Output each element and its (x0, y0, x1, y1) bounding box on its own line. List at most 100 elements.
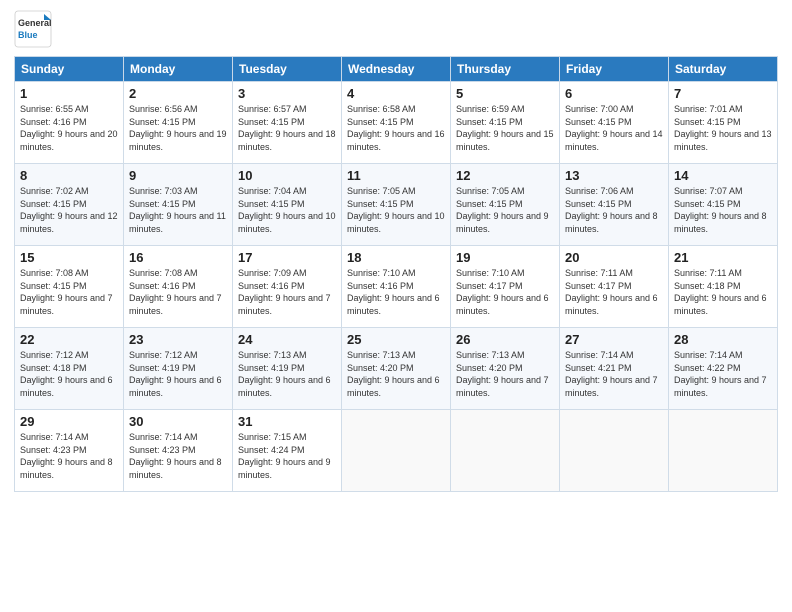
day-number: 11 (347, 168, 445, 183)
day-number: 30 (129, 414, 227, 429)
day-number: 18 (347, 250, 445, 265)
day-info: Sunrise: 7:01 AMSunset: 4:15 PMDaylight:… (674, 103, 772, 153)
day-number: 4 (347, 86, 445, 101)
day-info: Sunrise: 7:14 AMSunset: 4:21 PMDaylight:… (565, 349, 663, 399)
day-info: Sunrise: 7:12 AMSunset: 4:19 PMDaylight:… (129, 349, 227, 399)
calendar-cell: 10 Sunrise: 7:04 AMSunset: 4:15 PMDayligh… (233, 164, 342, 246)
calendar-cell: 1 Sunrise: 6:55 AMSunset: 4:16 PMDaylight… (15, 82, 124, 164)
day-info: Sunrise: 7:03 AMSunset: 4:15 PMDaylight:… (129, 185, 227, 235)
calendar-week-3: 15 Sunrise: 7:08 AMSunset: 4:15 PMDayligh… (15, 246, 778, 328)
day-number: 23 (129, 332, 227, 347)
calendar-cell (669, 410, 778, 492)
day-info: Sunrise: 7:08 AMSunset: 4:16 PMDaylight:… (129, 267, 227, 317)
day-number: 14 (674, 168, 772, 183)
calendar-cell: 30Sunrise: 7:14 AMSunset: 4:23 PMDayligh… (124, 410, 233, 492)
day-number: 29 (20, 414, 118, 429)
calendar-cell: 17 Sunrise: 7:09 AMSunset: 4:16 PMDayligh… (233, 246, 342, 328)
calendar-table: SundayMondayTuesdayWednesdayThursdayFrid… (14, 56, 778, 492)
weekday-header-tuesday: Tuesday (233, 57, 342, 82)
day-number: 25 (347, 332, 445, 347)
day-number: 10 (238, 168, 336, 183)
day-number: 2 (129, 86, 227, 101)
calendar-cell: 26Sunrise: 7:13 AMSunset: 4:20 PMDayligh… (451, 328, 560, 410)
day-info: Sunrise: 6:56 AMSunset: 4:15 PMDaylight:… (129, 103, 227, 153)
day-number: 16 (129, 250, 227, 265)
day-number: 21 (674, 250, 772, 265)
day-info: Sunrise: 7:10 AMSunset: 4:17 PMDaylight:… (456, 267, 554, 317)
calendar-cell: 15 Sunrise: 7:08 AMSunset: 4:15 PMDayligh… (15, 246, 124, 328)
generalblue-logo: General Blue (14, 10, 104, 48)
day-info: Sunrise: 7:11 AMSunset: 4:18 PMDaylight:… (674, 267, 772, 317)
day-number: 17 (238, 250, 336, 265)
weekday-header-friday: Friday (560, 57, 669, 82)
calendar-cell: 4 Sunrise: 6:58 AMSunset: 4:15 PMDaylight… (342, 82, 451, 164)
day-number: 28 (674, 332, 772, 347)
day-number: 12 (456, 168, 554, 183)
day-info: Sunrise: 6:58 AMSunset: 4:15 PMDaylight:… (347, 103, 445, 153)
day-info: Sunrise: 7:10 AMSunset: 4:16 PMDaylight:… (347, 267, 445, 317)
day-number: 19 (456, 250, 554, 265)
day-info: Sunrise: 7:05 AMSunset: 4:15 PMDaylight:… (347, 185, 445, 235)
page-container: General Blue SundayMondayTuesdayWednesda… (0, 0, 792, 612)
day-info: Sunrise: 6:59 AMSunset: 4:15 PMDaylight:… (456, 103, 554, 153)
day-number: 7 (674, 86, 772, 101)
weekday-header-row: SundayMondayTuesdayWednesdayThursdayFrid… (15, 57, 778, 82)
day-info: Sunrise: 7:02 AMSunset: 4:15 PMDaylight:… (20, 185, 118, 235)
calendar-cell (342, 410, 451, 492)
day-number: 8 (20, 168, 118, 183)
day-info: Sunrise: 6:55 AMSunset: 4:16 PMDaylight:… (20, 103, 118, 153)
day-info: Sunrise: 7:15 AMSunset: 4:24 PMDaylight:… (238, 431, 336, 481)
calendar-cell: 20Sunrise: 7:11 AMSunset: 4:17 PMDayligh… (560, 246, 669, 328)
day-info: Sunrise: 7:14 AMSunset: 4:22 PMDaylight:… (674, 349, 772, 399)
weekday-header-saturday: Saturday (669, 57, 778, 82)
calendar-cell: 25 Sunrise: 7:13 AMSunset: 4:20 PMDayligh… (342, 328, 451, 410)
calendar-cell: 8 Sunrise: 7:02 AMSunset: 4:15 PMDaylight… (15, 164, 124, 246)
day-info: Sunrise: 7:09 AMSunset: 4:16 PMDaylight:… (238, 267, 336, 317)
calendar-cell: 12 Sunrise: 7:05 AMSunset: 4:15 PMDayligh… (451, 164, 560, 246)
calendar-cell: 22 Sunrise: 7:12 AMSunset: 4:18 PMDayligh… (15, 328, 124, 410)
calendar-cell: 27 Sunrise: 7:14 AMSunset: 4:21 PMDayligh… (560, 328, 669, 410)
day-info: Sunrise: 7:04 AMSunset: 4:15 PMDaylight:… (238, 185, 336, 235)
calendar-cell: 29 Sunrise: 7:14 AMSunset: 4:23 PMDayligh… (15, 410, 124, 492)
day-number: 9 (129, 168, 227, 183)
day-number: 15 (20, 250, 118, 265)
day-info: Sunrise: 7:14 AMSunset: 4:23 PMDaylight:… (20, 431, 118, 481)
calendar-week-5: 29 Sunrise: 7:14 AMSunset: 4:23 PMDayligh… (15, 410, 778, 492)
calendar-cell: 16 Sunrise: 7:08 AMSunset: 4:16 PMDayligh… (124, 246, 233, 328)
day-number: 6 (565, 86, 663, 101)
calendar-cell: 23 Sunrise: 7:12 AMSunset: 4:19 PMDayligh… (124, 328, 233, 410)
calendar-cell: 11 Sunrise: 7:05 AMSunset: 4:15 PMDayligh… (342, 164, 451, 246)
day-info: Sunrise: 7:12 AMSunset: 4:18 PMDaylight:… (20, 349, 118, 399)
day-number: 13 (565, 168, 663, 183)
calendar-cell: 13 Sunrise: 7:06 AMSunset: 4:15 PMDayligh… (560, 164, 669, 246)
day-info: Sunrise: 7:06 AMSunset: 4:15 PMDaylight:… (565, 185, 663, 235)
day-info: Sunrise: 6:57 AMSunset: 4:15 PMDaylight:… (238, 103, 336, 153)
day-info: Sunrise: 7:11 AMSunset: 4:17 PMDaylight:… (565, 267, 663, 317)
day-info: Sunrise: 7:07 AMSunset: 4:15 PMDaylight:… (674, 185, 772, 235)
day-number: 22 (20, 332, 118, 347)
day-info: Sunrise: 7:08 AMSunset: 4:15 PMDaylight:… (20, 267, 118, 317)
day-number: 27 (565, 332, 663, 347)
weekday-header-sunday: Sunday (15, 57, 124, 82)
calendar-cell (451, 410, 560, 492)
day-info: Sunrise: 7:00 AMSunset: 4:15 PMDaylight:… (565, 103, 663, 153)
calendar-cell: 6 Sunrise: 7:00 AMSunset: 4:15 PMDaylight… (560, 82, 669, 164)
calendar-cell: 2 Sunrise: 6:56 AMSunset: 4:15 PMDaylight… (124, 82, 233, 164)
calendar-cell: 19 Sunrise: 7:10 AMSunset: 4:17 PMDayligh… (451, 246, 560, 328)
calendar-cell: 5Sunrise: 6:59 AMSunset: 4:15 PMDaylight… (451, 82, 560, 164)
calendar-cell (560, 410, 669, 492)
day-info: Sunrise: 7:13 AMSunset: 4:19 PMDaylight:… (238, 349, 336, 399)
weekday-header-monday: Monday (124, 57, 233, 82)
day-number: 3 (238, 86, 336, 101)
calendar-cell: 21 Sunrise: 7:11 AMSunset: 4:18 PMDayligh… (669, 246, 778, 328)
svg-text:Blue: Blue (18, 30, 38, 40)
day-number: 1 (20, 86, 118, 101)
calendar-cell: 31Sunrise: 7:15 AMSunset: 4:24 PMDayligh… (233, 410, 342, 492)
calendar-cell: 28 Sunrise: 7:14 AMSunset: 4:22 PMDayligh… (669, 328, 778, 410)
calendar-week-4: 22 Sunrise: 7:12 AMSunset: 4:18 PMDayligh… (15, 328, 778, 410)
calendar-week-2: 8 Sunrise: 7:02 AMSunset: 4:15 PMDaylight… (15, 164, 778, 246)
weekday-header-thursday: Thursday (451, 57, 560, 82)
day-number: 24 (238, 332, 336, 347)
day-info: Sunrise: 7:05 AMSunset: 4:15 PMDaylight:… (456, 185, 554, 235)
day-info: Sunrise: 7:13 AMSunset: 4:20 PMDaylight:… (347, 349, 445, 399)
